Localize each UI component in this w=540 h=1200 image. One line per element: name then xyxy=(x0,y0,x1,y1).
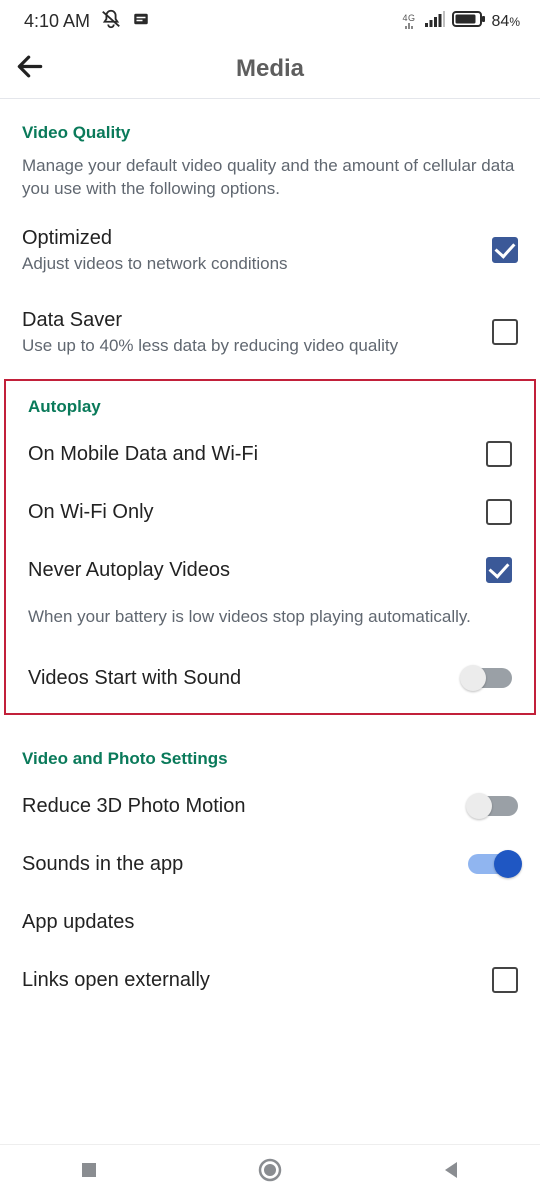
battery-percent: 84% xyxy=(492,13,520,31)
section-video-quality-title: Video Quality xyxy=(0,99,540,151)
autoplay-wifi-only-title: On Wi-Fi Only xyxy=(28,499,470,525)
status-right: 4G 84% xyxy=(403,10,520,33)
section-video-photo-title: Video and Photo Settings xyxy=(0,725,540,777)
data-saver-checkbox[interactable] xyxy=(492,319,518,345)
recent-apps-button[interactable] xyxy=(78,1159,100,1186)
row-optimized[interactable]: Optimized Adjust videos to network condi… xyxy=(0,209,540,291)
row-autoplay-wifi-only[interactable]: On Wi-Fi Only xyxy=(6,483,534,541)
videos-sound-toggle[interactable] xyxy=(462,668,512,688)
data-saver-sub: Use up to 40% less data by reducing vide… xyxy=(22,335,476,357)
settings-content: Video Quality Manage your default video … xyxy=(0,99,540,1079)
autoplay-highlight: Autoplay On Mobile Data and Wi-Fi On Wi-… xyxy=(4,379,536,715)
data-saver-title: Data Saver xyxy=(22,307,476,333)
dnd-icon xyxy=(100,8,122,35)
optimized-sub: Adjust videos to network conditions xyxy=(22,253,476,275)
battery-icon xyxy=(452,10,486,33)
row-autoplay-mobile-wifi[interactable]: On Mobile Data and Wi-Fi xyxy=(6,425,534,483)
autoplay-mobile-wifi-checkbox[interactable] xyxy=(486,441,512,467)
row-links-ext[interactable]: Links open externally xyxy=(0,951,540,1009)
back-nav-button[interactable] xyxy=(440,1159,462,1186)
card-icon xyxy=(132,10,150,33)
status-time: 4:10 AM xyxy=(24,11,90,32)
sounds-app-title: Sounds in the app xyxy=(22,851,452,877)
optimized-title: Optimized xyxy=(22,225,476,251)
autoplay-never-title: Never Autoplay Videos xyxy=(28,557,470,583)
autoplay-never-checkbox[interactable] xyxy=(486,557,512,583)
app-header: Media xyxy=(0,39,540,99)
row-data-saver[interactable]: Data Saver Use up to 40% less data by re… xyxy=(0,291,540,373)
signal-icon xyxy=(424,10,446,33)
autoplay-wifi-only-checkbox[interactable] xyxy=(486,499,512,525)
home-button[interactable] xyxy=(257,1157,283,1188)
videos-sound-title: Videos Start with Sound xyxy=(28,665,446,691)
sounds-app-toggle[interactable] xyxy=(468,854,518,874)
row-sounds-app[interactable]: Sounds in the app xyxy=(0,835,540,893)
status-left: 4:10 AM xyxy=(24,8,150,35)
reduce-3d-toggle[interactable] xyxy=(468,796,518,816)
row-app-updates[interactable]: App updates xyxy=(0,893,540,951)
autoplay-mobile-wifi-title: On Mobile Data and Wi-Fi xyxy=(28,441,470,467)
android-navbar xyxy=(0,1144,540,1200)
autoplay-note: When your battery is low videos stop pla… xyxy=(6,599,534,649)
links-ext-checkbox[interactable] xyxy=(492,967,518,993)
section-video-quality-desc: Manage your default video quality and th… xyxy=(0,151,540,209)
section-autoplay-title: Autoplay xyxy=(6,381,534,425)
links-ext-title: Links open externally xyxy=(22,967,476,993)
back-button[interactable] xyxy=(14,50,46,87)
reduce-3d-title: Reduce 3D Photo Motion xyxy=(22,793,452,819)
row-autoplay-never[interactable]: Never Autoplay Videos xyxy=(6,541,534,599)
app-updates-title: App updates xyxy=(22,909,502,935)
page-title: Media xyxy=(236,55,304,83)
row-videos-sound[interactable]: Videos Start with Sound xyxy=(6,649,534,713)
status-bar: 4:10 AM 4G 84% xyxy=(0,0,540,39)
network-type: 4G xyxy=(403,14,416,30)
optimized-checkbox[interactable] xyxy=(492,237,518,263)
row-reduce-3d[interactable]: Reduce 3D Photo Motion xyxy=(0,777,540,835)
